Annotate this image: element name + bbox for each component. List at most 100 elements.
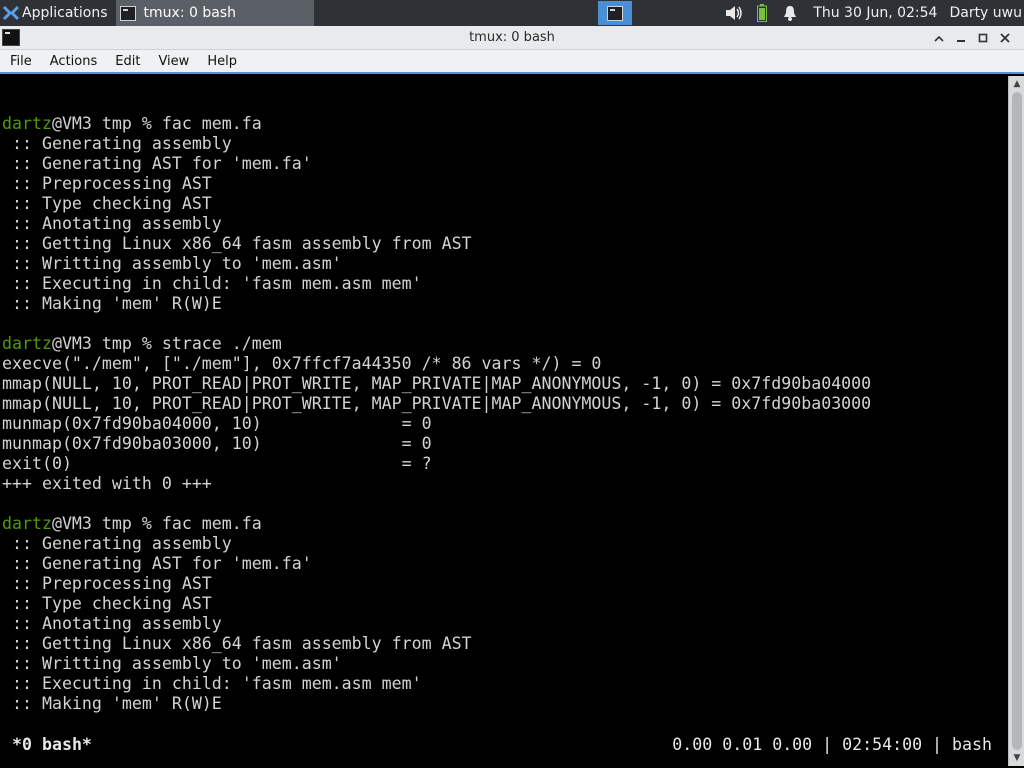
menu-help[interactable]: Help <box>197 54 245 69</box>
minimize-button[interactable] <box>950 27 972 49</box>
terminal-line: munmap(0x7fd90ba04000, 10) = 0 <box>2 414 1008 434</box>
terminal-line: dartz@VM3 tmp % fac mem.fa <box>2 514 1008 534</box>
terminal-line: +++ exited with 0 +++ <box>2 474 1008 494</box>
terminal-line: dartz@VM3 tmp % strace ./mem <box>2 334 1008 354</box>
terminal-line: :: Type checking AST <box>2 594 1008 614</box>
terminal-line: :: Getting Linux x86_64 fasm assembly fr… <box>2 634 1008 654</box>
terminal-line: :: Writting assembly to 'mem.asm' <box>2 654 1008 674</box>
terminal-line: :: Executing in child: 'fasm mem.asm mem… <box>2 274 1008 294</box>
output-text: :: Generating AST for 'mem.fa' <box>2 154 312 173</box>
terminal-line: mmap(NULL, 10, PROT_READ|PROT_WRITE, MAP… <box>2 394 1008 414</box>
menu-view[interactable]: View <box>148 54 197 69</box>
terminal-line: :: Type checking AST <box>2 194 1008 214</box>
minimize-icon <box>957 40 965 42</box>
terminal-line: dartz@VM3 tmp % fac mem.fa <box>2 114 1008 134</box>
prompt-command: @VM3 tmp % fac mem.fa <box>51 114 262 133</box>
volume-icon[interactable] <box>725 4 743 22</box>
output-text: +++ exited with 0 +++ <box>2 474 212 493</box>
tmux-status-right: 0.00 0.01 0.00 | 02:54:00 | bash <box>672 735 992 754</box>
scroll-down-icon[interactable]: ▼ <box>1012 753 1022 763</box>
window-menu-button[interactable] <box>2 29 20 50</box>
workspace-switcher[interactable] <box>598 1 632 25</box>
output-text: :: Preprocessing AST <box>2 574 212 593</box>
user-menu[interactable]: Darty uwu <box>949 5 1022 21</box>
terminal-line: :: Anotating assembly <box>2 214 1008 234</box>
scrollbar-thumb[interactable] <box>1012 92 1022 750</box>
output-text: :: Anotating assembly <box>2 614 222 633</box>
output-text: exit(0) = ? <box>2 454 432 473</box>
scroll-up-icon[interactable]: ▲ <box>1012 79 1022 89</box>
terminal-line: :: Generating assembly <box>2 134 1008 154</box>
terminal-line: :: Making 'mem' R(W)E <box>2 694 1008 714</box>
terminal-line: :: Preprocessing AST <box>2 174 1008 194</box>
terminal-line: :: Executing in child: 'fasm mem.asm mem… <box>2 674 1008 694</box>
applications-label: Applications <box>22 5 108 21</box>
menu-file[interactable]: File <box>0 54 40 69</box>
terminal-line: :: Preprocessing AST <box>2 574 1008 594</box>
battery-icon[interactable] <box>753 4 771 22</box>
terminal-icon <box>2 29 20 46</box>
terminal-line: :: Generating assembly <box>2 534 1008 554</box>
output-text: :: Type checking AST <box>2 194 212 213</box>
shade-button[interactable] <box>928 27 950 49</box>
output-text: :: Making 'mem' R(W)E <box>2 294 222 313</box>
maximize-button[interactable] <box>972 27 994 49</box>
terminal-line: :: Getting Linux x86_64 fasm assembly fr… <box>2 234 1008 254</box>
terminal-scrollbar[interactable]: ▲ ▼ <box>1008 76 1024 766</box>
terminal-line: munmap(0x7fd90ba03000, 10) = 0 <box>2 434 1008 454</box>
output-text: execve("./mem", ["./mem"], 0x7ffcf7a4435… <box>2 354 602 373</box>
bell-icon[interactable] <box>781 4 799 22</box>
terminal-line: :: Writting assembly to 'mem.asm' <box>2 254 1008 274</box>
menu-bar: File Actions Edit View Help <box>0 50 1024 74</box>
output-text: :: Writting assembly to 'mem.asm' <box>2 654 342 673</box>
tmux-status-bar: *0 bash* 0.00 0.01 0.00 | 02:54:00 | bas… <box>0 734 1008 756</box>
xfce-logo-icon <box>2 5 20 21</box>
output-text: :: Generating AST for 'mem.fa' <box>2 554 312 573</box>
output-text: :: Generating assembly <box>2 534 232 553</box>
terminal-line: :: Anotating assembly <box>2 614 1008 634</box>
clock[interactable]: Thu 30 Jun, 02:54 <box>813 5 937 21</box>
terminal-line: :: Making 'mem' R(W)E <box>2 294 1008 314</box>
menu-actions[interactable]: Actions <box>40 54 106 69</box>
terminal-icon <box>119 5 136 21</box>
terminal-line: execve("./mem", ["./mem"], 0x7ffcf7a4435… <box>2 354 1008 374</box>
output-text: :: Getting Linux x86_64 fasm assembly fr… <box>2 634 472 653</box>
output-text: :: Executing in child: 'fasm mem.asm mem… <box>2 674 422 693</box>
prompt-user: dartz <box>2 514 52 533</box>
close-button[interactable] <box>994 27 1016 49</box>
terminal-line: exit(0) = ? <box>2 454 1008 474</box>
taskbar-item-label: tmux: 0 bash <box>143 5 236 21</box>
prompt-command: @VM3 tmp % fac mem.fa <box>51 514 262 533</box>
output-text: :: Executing in child: 'fasm mem.asm mem… <box>2 274 422 293</box>
terminal-icon <box>607 5 623 21</box>
tmux-window-tab[interactable]: *0 bash* <box>12 734 92 756</box>
output-text: :: Getting Linux x86_64 fasm assembly fr… <box>2 234 472 253</box>
menu-edit[interactable]: Edit <box>105 54 148 69</box>
window-controls <box>928 26 1016 50</box>
output-text: munmap(0x7fd90ba04000, 10) = 0 <box>2 414 432 433</box>
terminal-output[interactable]: dartz@VM3 tmp % fac mem.fa :: Generating… <box>0 76 1008 766</box>
output-text: :: Generating assembly <box>2 134 232 153</box>
prompt-command: @VM3 tmp % strace ./mem <box>51 334 282 353</box>
taskbar-item-tmux[interactable]: tmux: 0 bash <box>115 0 314 26</box>
output-text: :: Preprocessing AST <box>2 174 212 193</box>
maximize-icon <box>978 33 988 43</box>
window-titlebar[interactable]: tmux: 0 bash <box>0 26 1024 50</box>
output-text: mmap(NULL, 10, PROT_READ|PROT_WRITE, MAP… <box>2 394 872 413</box>
prompt-user: dartz <box>2 114 52 133</box>
top-panel: Applications tmux: 0 bash Thu 30 Jun, 02… <box>0 0 1024 26</box>
output-text: munmap(0x7fd90ba03000, 10) = 0 <box>2 434 432 453</box>
window-title: tmux: 0 bash <box>469 30 555 45</box>
system-tray: Thu 30 Jun, 02:54 Darty uwu <box>725 0 1024 26</box>
chevron-up-icon <box>934 35 944 42</box>
prompt-user: dartz <box>2 334 52 353</box>
output-text: :: Making 'mem' R(W)E <box>2 694 222 713</box>
close-icon <box>1000 33 1010 43</box>
terminal-line: :: Generating AST for 'mem.fa' <box>2 154 1008 174</box>
terminal-line: mmap(NULL, 10, PROT_READ|PROT_WRITE, MAP… <box>2 374 1008 394</box>
applications-menu-button[interactable]: Applications <box>0 0 110 26</box>
